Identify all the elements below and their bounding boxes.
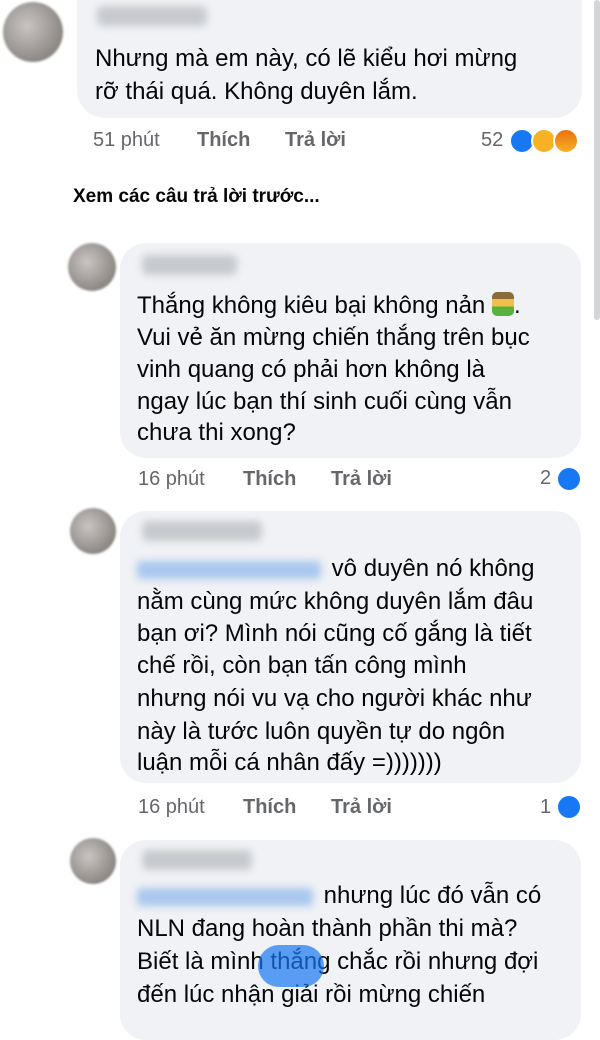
comment-text-segment: vô duyên nó không xyxy=(331,555,535,582)
commenter-name[interactable] xyxy=(142,521,262,541)
commenter-name[interactable] xyxy=(97,6,207,26)
reply-button[interactable]: Trả lời xyxy=(285,129,346,152)
commenter-avatar[interactable] xyxy=(3,2,63,62)
comment-text-line: chưa thi xong? xyxy=(137,419,296,446)
angry-icon xyxy=(553,128,579,154)
reaction-count[interactable]: 1 xyxy=(540,796,551,819)
mentioned-user-link[interactable] xyxy=(137,887,313,906)
like-icon xyxy=(556,466,582,492)
comment-text-line: chế rồi, còn bạn tấn công mình xyxy=(137,652,467,679)
commenter-avatar[interactable] xyxy=(70,508,116,554)
like-button[interactable]: Thích xyxy=(197,129,250,152)
like-button[interactable]: Thích xyxy=(243,796,296,819)
comment-text-segment: Thắng không kiêu bại không nản xyxy=(137,292,486,319)
comment-text-line: rỡ thái quá. Không duyên lắm. xyxy=(95,78,418,105)
comment-text-line: vinh quang có phải hơn không là xyxy=(137,356,485,383)
comment-text-line: NLN đang hoàn thành phần thi mà? xyxy=(137,915,518,942)
comment-text-line: nằm cùng mức không duyên lắm đâu xyxy=(137,588,534,615)
comment-text-line: Vui vẻ ăn mừng chiến thắng trên bục xyxy=(137,324,530,351)
comment-bubble: Nhưng mà em này, có lẽ kiểu hơi mừng rỡ … xyxy=(77,0,582,118)
person-gesturing-emoji xyxy=(491,292,514,316)
comment-text-line: nhưng nói vu vạ cho người khác như xyxy=(137,685,532,712)
like-icon xyxy=(556,794,582,820)
comment-text-line: này là tước luôn quyền tự do ngôn xyxy=(137,718,506,745)
mentioned-user-link[interactable] xyxy=(137,560,321,579)
comment-text-line: nhưng lúc đó vẫn có xyxy=(137,880,541,912)
reply-button[interactable]: Trả lời xyxy=(331,796,392,819)
comment-text-line: Nhưng mà em này, có lẽ kiểu hơi mừng xyxy=(95,45,518,72)
comment-bubble: Thắng không kiêu bại không nản . Vui vẻ … xyxy=(120,243,581,458)
see-previous-replies-link[interactable]: Xem các câu trả lời trước... xyxy=(73,186,320,208)
touch-cursor xyxy=(258,945,324,987)
comment-bubble: nhưng lúc đó vẫn có NLN đang hoàn thành … xyxy=(120,840,581,1040)
comment-text-line: Biết là mình thắng chắc rồi nhưng đợi xyxy=(137,948,539,975)
reply-button[interactable]: Trả lời xyxy=(331,468,392,491)
commenter-name[interactable] xyxy=(142,850,252,870)
reaction-count[interactable]: 52 xyxy=(481,129,503,152)
comment-bubble: vô duyên nó không nằm cùng mức không duy… xyxy=(120,511,581,783)
reaction-count[interactable]: 2 xyxy=(540,467,551,490)
comment-time[interactable]: 16 phút xyxy=(138,468,205,491)
comment-text-line: bạn ơi? Mình nói cũng cố gắng là tiết xyxy=(137,620,532,647)
comment-text-line: vô duyên nó không xyxy=(137,553,535,585)
commenter-avatar[interactable] xyxy=(68,243,116,291)
commenter-avatar[interactable] xyxy=(70,838,116,884)
comment-text-line: luận mỗi cá nhân đấy =))))))) xyxy=(137,749,442,776)
commenter-name[interactable] xyxy=(142,255,237,275)
comment-text-segment: nhưng lúc đó vẫn có xyxy=(323,882,542,909)
comment-time[interactable]: 51 phút xyxy=(93,129,160,152)
comment-text-line: ngay lúc bạn thí sinh cuối cùng vẫn xyxy=(137,388,512,415)
like-button[interactable]: Thích xyxy=(243,468,296,491)
comment-text-line: Thắng không kiêu bại không nản . xyxy=(137,292,521,319)
scrollbar[interactable] xyxy=(594,0,600,320)
comment-time[interactable]: 16 phút xyxy=(138,796,205,819)
